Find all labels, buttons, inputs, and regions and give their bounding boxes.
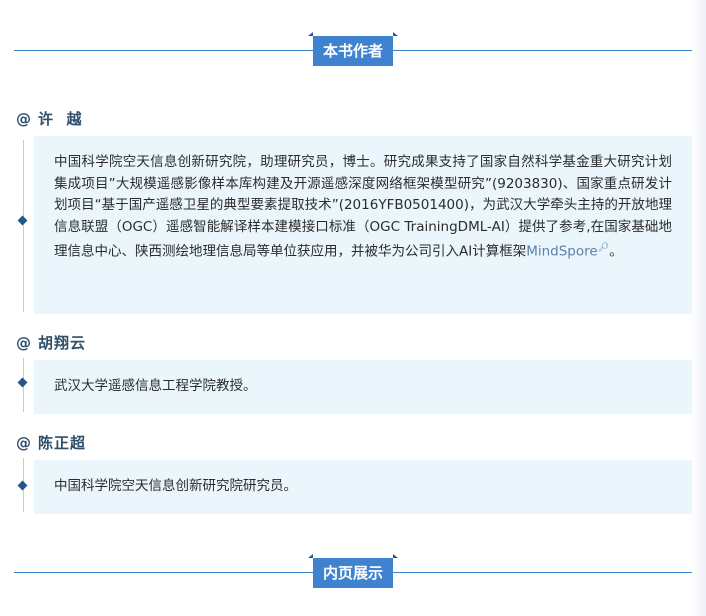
timeline-diamond-icon: [17, 215, 28, 226]
author-bio-box: 中国科学院空天信息创新研究院，助理研究员，博士。研究成果支持了国家自然科学基金重…: [34, 136, 692, 314]
section-header-pages: 内页展示: [14, 554, 692, 590]
search-icon[interactable]: 🔎︎: [598, 243, 609, 253]
author-bio-box: 中国科学院空天信息创新研究院研究员。: [34, 460, 692, 514]
author-bio: 中国科学院空天信息创新研究院，助理研究员，博士。研究成果支持了国家自然科学基金重…: [54, 152, 672, 263]
section-title-badge: 内页展示: [307, 554, 399, 588]
author-bio: 武汉大学遥感信息工程学院教授。: [54, 378, 257, 394]
at-icon: @: [16, 334, 32, 352]
section-title-badge: 本书作者: [307, 32, 399, 66]
timeline-line: [23, 140, 24, 312]
at-icon: @: [16, 110, 32, 128]
author-name: 胡翔云: [38, 334, 87, 352]
timeline-diamond-icon: [17, 480, 28, 491]
author-bio-box: 武汉大学遥感信息工程学院教授。: [34, 360, 692, 414]
page-edge-shadow: [692, 0, 706, 616]
author-name: 陈正超: [38, 434, 87, 452]
timeline-diamond-icon: [17, 377, 28, 388]
bio-suffix: 。: [609, 243, 623, 260]
author-heading: @ 许 越: [16, 108, 82, 129]
section-header-authors: 本书作者: [14, 32, 692, 68]
author-name: 许 越: [38, 110, 83, 128]
mindspore-link[interactable]: MindSpore: [526, 244, 597, 260]
at-icon: @: [16, 434, 32, 452]
author-heading: @ 陈正超: [16, 432, 86, 453]
author-bio: 中国科学院空天信息创新研究院研究员。: [54, 478, 297, 494]
author-heading: @ 胡翔云: [16, 332, 86, 353]
